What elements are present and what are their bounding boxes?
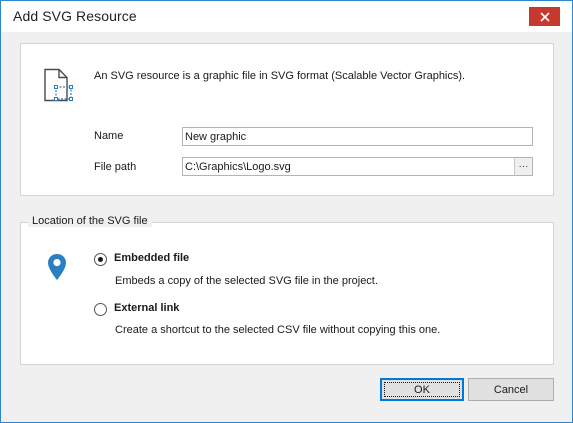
cancel-button[interactable]: Cancel xyxy=(468,378,554,401)
ok-button[interactable]: OK xyxy=(380,378,464,401)
ok-button-label: OK xyxy=(414,383,430,396)
browse-button[interactable]: ··· xyxy=(514,157,533,176)
external-link-label[interactable]: External link xyxy=(114,302,179,314)
svg-file-icon xyxy=(44,68,73,102)
location-pin-icon xyxy=(48,254,66,280)
file-path-label: File path xyxy=(94,161,137,173)
dialog-title: Add SVG Resource xyxy=(13,8,137,24)
cancel-button-label: Cancel xyxy=(493,383,529,396)
resource-description: An SVG resource is a graphic file in SVG… xyxy=(94,70,466,82)
name-label: Name xyxy=(94,130,124,142)
embedded-file-label[interactable]: Embedded file xyxy=(114,252,189,264)
add-svg-resource-dialog: Add SVG Resource An SVG resource is a gr… xyxy=(0,0,573,423)
ellipsis-icon: ··· xyxy=(518,160,529,172)
close-button[interactable] xyxy=(529,7,560,26)
file-path-input[interactable] xyxy=(182,157,515,176)
close-icon xyxy=(539,11,550,22)
resource-details-panel: An SVG resource is a graphic file in SVG… xyxy=(20,43,554,196)
external-link-radio[interactable] xyxy=(94,303,107,316)
external-link-description: Create a shortcut to the selected CSV fi… xyxy=(115,324,441,336)
embedded-file-description: Embeds a copy of the selected SVG file i… xyxy=(115,275,378,287)
location-group: Embedded file Embeds a copy of the selec… xyxy=(20,222,554,365)
title-bar[interactable]: Add SVG Resource xyxy=(1,1,572,32)
embedded-file-radio[interactable] xyxy=(94,253,107,266)
location-group-title: Location of the SVG file xyxy=(28,215,152,227)
name-input[interactable] xyxy=(182,127,533,146)
